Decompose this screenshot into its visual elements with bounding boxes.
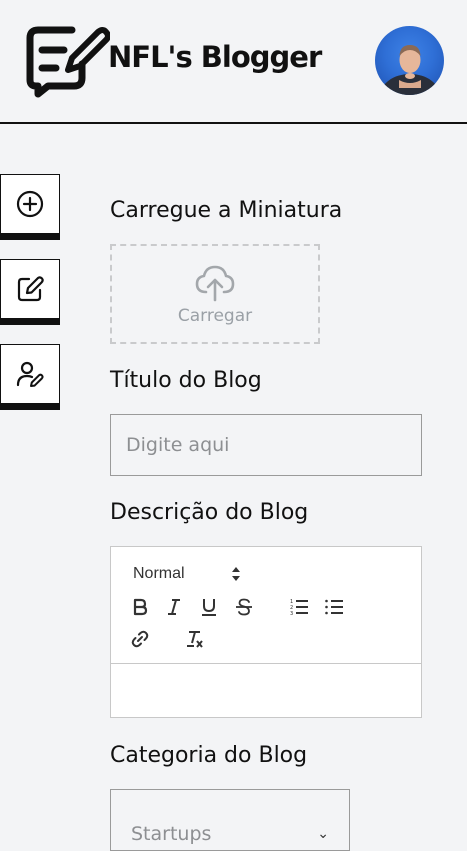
description-label: Descrição do Blog	[110, 500, 309, 525]
thumbnail-label: Carregue a Miniatura	[110, 198, 343, 223]
underline-button[interactable]	[197, 595, 221, 619]
rich-text-editor: Normal 1 2 3	[110, 546, 422, 718]
strike-button[interactable]	[232, 595, 256, 619]
category-select-value: Startups	[131, 823, 212, 845]
svg-text:3: 3	[290, 611, 293, 617]
clear-format-icon	[187, 631, 203, 648]
cloud-upload-icon	[195, 265, 235, 302]
underline-icon	[202, 599, 216, 616]
bullet-list-button[interactable]	[322, 595, 346, 619]
strikethrough-icon	[236, 598, 252, 616]
title-label: Título do Blog	[110, 368, 262, 393]
italic-icon	[168, 599, 180, 615]
chevron-down-icon: ⌄	[317, 826, 329, 842]
app-header: NFL's Blogger	[0, 0, 467, 124]
category-select[interactable]: Startups ⌄	[110, 789, 350, 851]
link-icon	[131, 630, 149, 648]
avatar[interactable]	[375, 26, 444, 95]
sidebar-item-profile[interactable]	[0, 344, 60, 404]
link-button[interactable]	[128, 627, 152, 651]
edit-square-icon	[17, 276, 44, 302]
thumbnail-upload-dropzone[interactable]: Carregar	[110, 244, 320, 344]
bold-icon	[133, 598, 148, 616]
clear-format-button[interactable]	[183, 627, 207, 651]
bold-button[interactable]	[128, 595, 152, 619]
ordered-list-button[interactable]: 1 2 3	[287, 595, 311, 619]
plus-circle-icon	[16, 190, 44, 218]
brand-title[interactable]: NFL's Blogger	[108, 40, 322, 74]
editor-toolbar: Normal 1 2 3	[111, 547, 421, 664]
category-label: Categoria do Blog	[110, 743, 308, 768]
header-format-value: Normal	[133, 565, 185, 582]
ordered-list-icon: 1 2 3	[290, 599, 308, 617]
title-input[interactable]	[110, 414, 422, 476]
sidebar-item-edit[interactable]	[0, 259, 60, 319]
editor-content-area[interactable]	[111, 665, 421, 717]
sidebar-item-create[interactable]	[0, 174, 60, 234]
user-edit-icon	[16, 361, 44, 387]
select-arrows-icon	[232, 567, 240, 581]
person-photo-icon	[380, 45, 440, 95]
edit-message-icon[interactable]	[24, 24, 110, 98]
header-format-select[interactable]: Normal	[133, 563, 241, 585]
italic-button[interactable]	[162, 595, 186, 619]
upload-label: Carregar	[177, 306, 253, 326]
bullet-list-icon	[325, 599, 343, 615]
